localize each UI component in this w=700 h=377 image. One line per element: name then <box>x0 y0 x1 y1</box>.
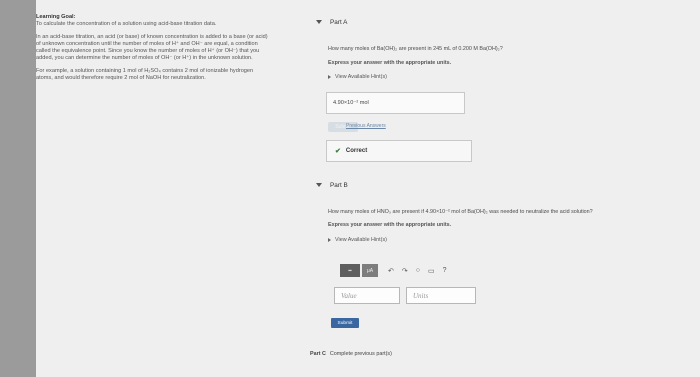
help-icon[interactable]: ? <box>443 267 447 274</box>
redo-icon[interactable]: ↷ <box>402 267 408 275</box>
learning-goal-paragraph-1: In an acid-base titration, an acid (or b… <box>36 34 268 61</box>
part-a-question: How many moles of Ba(OH)₂ are present in… <box>328 46 503 52</box>
part-c-label: Part C <box>310 351 326 357</box>
expand-triangle-icon <box>328 74 331 79</box>
reset-icon[interactable]: ○ <box>416 267 420 274</box>
learning-goal-panel: Learning Goal: To calculate the concentr… <box>36 14 268 88</box>
collapse-arrow-icon <box>316 20 322 25</box>
learning-goal-objective: To calculate the concentration of a solu… <box>36 21 217 27</box>
learning-goal-title: Learning Goal: <box>36 14 76 20</box>
part-b-instruction: Express your answer with the appropriate… <box>328 222 452 228</box>
part-a-correct-feedback: ✔ Correct <box>326 140 472 162</box>
part-b-toolbar: ▪▪ μA ↶ ↷ ○ ▭ ? <box>340 264 447 277</box>
part-a-hints-link[interactable]: View Available Hint(s) <box>328 74 387 80</box>
value-input[interactable]: Value <box>334 287 400 304</box>
previous-answers-link[interactable]: Previous Answers <box>346 123 386 129</box>
part-a-answer-box: 4.90×10⁻² mol <box>326 92 465 114</box>
collapse-arrow-icon <box>316 183 322 188</box>
learning-goal-paragraph-2: For example, a solution containing 1 mol… <box>36 68 254 81</box>
units-button[interactable]: μA <box>362 264 378 277</box>
undo-icon[interactable]: ↶ <box>388 267 394 275</box>
part-b-question: How many moles of HNO₃ are present if 4.… <box>328 209 593 215</box>
template-button[interactable]: ▪▪ <box>340 264 360 277</box>
part-b-header[interactable]: Part B <box>316 182 348 189</box>
keyboard-icon[interactable]: ▭ <box>428 267 435 275</box>
part-b-hints-link[interactable]: View Available Hint(s) <box>328 237 387 243</box>
part-c-status: Complete previous part(s) <box>329 351 392 357</box>
part-c-row: Part C Complete previous part(s) <box>310 351 392 357</box>
part-a-header[interactable]: Part A <box>316 19 347 26</box>
expand-triangle-icon <box>328 237 331 242</box>
left-sidebar-strip <box>0 0 36 377</box>
part-a-instruction: Express your answer with the appropriate… <box>328 60 452 66</box>
units-input[interactable]: Units <box>406 287 476 304</box>
checkmark-icon: ✔ <box>335 148 341 155</box>
part-b-submit-button[interactable]: Submit <box>331 318 359 328</box>
